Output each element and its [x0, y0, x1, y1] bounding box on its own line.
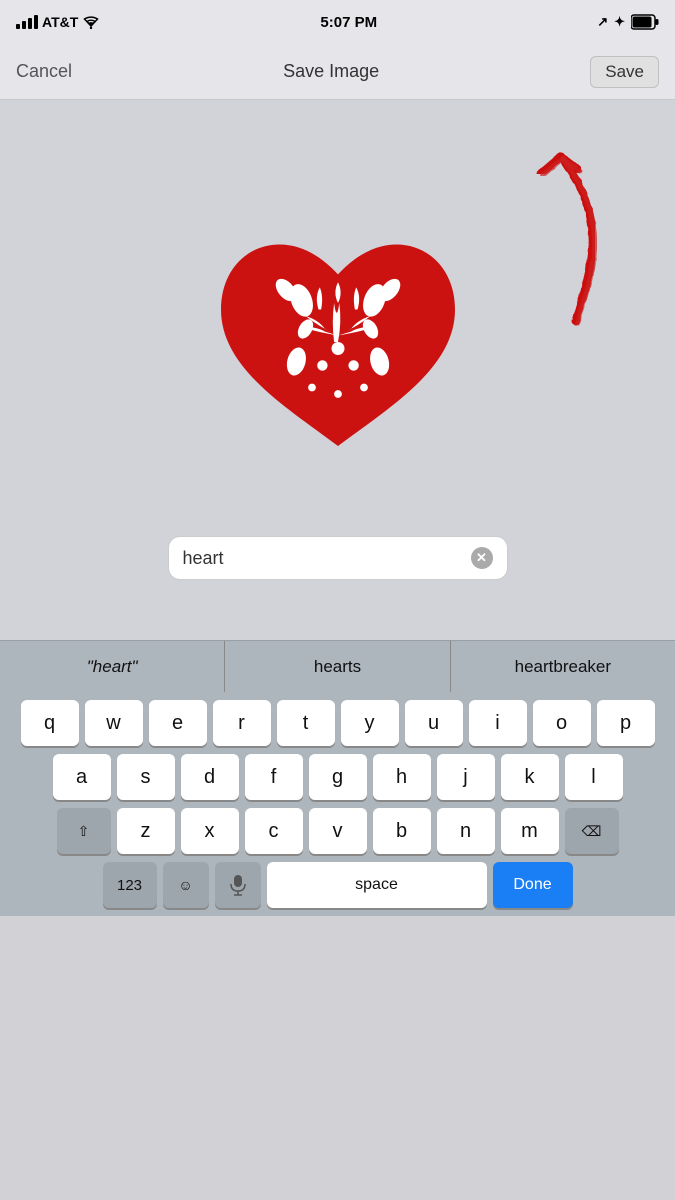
status-time: 5:07 PM [320, 14, 377, 31]
key-w[interactable]: w [85, 700, 143, 746]
autocomplete-item-0[interactable]: "heart" [0, 641, 225, 692]
keyboard: q w e r t y u i o p a s d f g h j k l ⇧ … [0, 692, 675, 916]
space-key[interactable]: space [267, 862, 487, 908]
key-row-bottom: 123 ☺ space Done [4, 862, 671, 908]
key-j[interactable]: j [437, 754, 495, 800]
cancel-button[interactable]: Cancel [16, 61, 72, 82]
key-b[interactable]: b [373, 808, 431, 854]
content-area: heart ✕ [0, 100, 675, 640]
key-z[interactable]: z [117, 808, 175, 854]
delete-key[interactable]: ⌫ [565, 808, 619, 854]
bluetooth-icon: ✦ [614, 14, 625, 30]
search-container: heart ✕ [168, 536, 508, 580]
key-t[interactable]: t [277, 700, 335, 746]
key-n[interactable]: n [437, 808, 495, 854]
key-g[interactable]: g [309, 754, 367, 800]
key-row-3: ⇧ z x c v b n m ⌫ [4, 808, 671, 854]
status-right: ↗ ✦ [597, 14, 659, 30]
search-input-wrapper[interactable]: heart ✕ [168, 536, 508, 580]
key-f[interactable]: f [245, 754, 303, 800]
search-clear-button[interactable]: ✕ [471, 547, 493, 569]
shift-key[interactable]: ⇧ [57, 808, 111, 854]
key-r[interactable]: r [213, 700, 271, 746]
wifi-icon [82, 15, 100, 29]
key-row-2: a s d f g h j k l [4, 754, 671, 800]
microphone-icon [229, 874, 247, 896]
key-s[interactable]: s [117, 754, 175, 800]
key-u[interactable]: u [405, 700, 463, 746]
key-p[interactable]: p [597, 700, 655, 746]
key-c[interactable]: c [245, 808, 303, 854]
key-a[interactable]: a [53, 754, 111, 800]
battery-icon [631, 14, 659, 30]
key-q[interactable]: q [21, 700, 79, 746]
arrow-annotation [455, 130, 635, 330]
autocomplete-bar: "heart" hearts heartbreaker [0, 640, 675, 692]
key-o[interactable]: o [533, 700, 591, 746]
done-key[interactable]: Done [493, 862, 573, 908]
key-i[interactable]: i [469, 700, 527, 746]
numbers-key[interactable]: 123 [103, 862, 157, 908]
status-left: AT&T [16, 14, 100, 30]
heart-image [208, 225, 468, 485]
location-icon: ↗ [597, 14, 608, 30]
status-bar: AT&T 5:07 PM ↗ ✦ [0, 0, 675, 44]
save-button[interactable]: Save [590, 56, 659, 88]
key-l[interactable]: l [565, 754, 623, 800]
key-k[interactable]: k [501, 754, 559, 800]
signal-bars [16, 15, 38, 29]
carrier-label: AT&T [42, 14, 78, 30]
nav-title: Save Image [283, 61, 379, 82]
autocomplete-item-1[interactable]: hearts [225, 641, 450, 692]
emoji-key[interactable]: ☺ [163, 862, 209, 908]
autocomplete-item-2[interactable]: heartbreaker [451, 641, 675, 692]
key-m[interactable]: m [501, 808, 559, 854]
search-input: heart [183, 548, 463, 569]
key-e[interactable]: e [149, 700, 207, 746]
mic-key[interactable] [215, 862, 261, 908]
key-d[interactable]: d [181, 754, 239, 800]
key-y[interactable]: y [341, 700, 399, 746]
key-h[interactable]: h [373, 754, 431, 800]
key-v[interactable]: v [309, 808, 367, 854]
key-row-1: q w e r t y u i o p [4, 700, 671, 746]
nav-bar: Cancel Save Image Save [0, 44, 675, 100]
key-x[interactable]: x [181, 808, 239, 854]
